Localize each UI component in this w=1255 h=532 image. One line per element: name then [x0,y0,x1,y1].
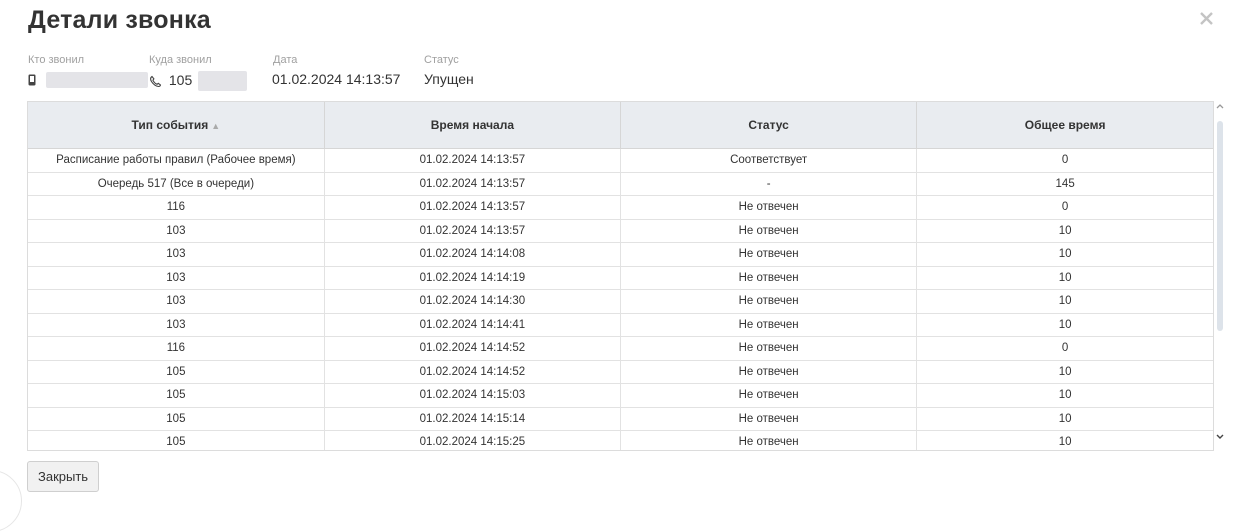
table-cell: 01.02.2024 14:15:03 [324,383,622,408]
table-row[interactable]: Расписание работы правил (Рабочее время)… [28,148,1213,173]
callee-label: Куда звонил [149,54,212,66]
caller-field: Кто звонил [28,54,148,89]
table-cell: 103 [28,313,325,337]
caller-label: Кто звонил [28,54,85,66]
table-cell: 105 [28,360,325,384]
column-header-status[interactable]: Статус [620,102,918,149]
table-cell: Не отвечен [620,383,918,408]
scroll-up-icon[interactable] [1213,101,1227,115]
table-cell: 01.02.2024 14:15:14 [324,407,622,431]
table-cell: 01.02.2024 14:13:57 [324,148,622,173]
table-cell: Не отвечен [620,242,918,267]
date-label: Дата [273,54,298,66]
table-cell: Не отвечен [620,195,918,220]
decorative-arc [0,470,22,532]
table-cell: Не отвечен [620,336,918,361]
table-cell: 10 [916,313,1213,337]
table-cell: 0 [916,336,1213,361]
table-cell: Очередь 517 (Все в очереди) [28,172,325,196]
table-cell: Расписание работы правил (Рабочее время) [28,148,325,173]
table-row[interactable]: 105 01.02.2024 14:15:25 Не отвечен 10 [28,430,1213,450]
table-cell: 10 [916,242,1213,267]
table-row[interactable]: 116 01.02.2024 14:13:57 Не отвечен 0 [28,195,1213,220]
callee-field: Куда звонил 105 [149,54,248,91]
table-row[interactable]: Очередь 517 (Все в очереди) 01.02.2024 14… [28,172,1213,196]
caller-value [28,71,148,89]
table-cell: 01.02.2024 14:14:19 [324,266,622,290]
close-button[interactable]: Закрыть [27,461,100,492]
table-cell: 01.02.2024 14:14:30 [324,289,622,314]
status-value: Упущен [424,71,474,87]
table-cell: 103 [28,266,325,290]
table-cell: 01.02.2024 14:14:41 [324,313,622,337]
phone-handset-icon [149,72,166,88]
date-field: Дата 01.02.2024 14:13:57 [272,54,400,87]
table-cell: 116 [28,336,325,361]
table-cell: Не отвечен [620,219,918,243]
events-table: Тип события ▲ Время начала Статус Общее в… [28,102,1213,450]
phone-device-icon [28,71,40,87]
table-cell: 01.02.2024 14:14:52 [324,336,622,361]
caller-number-redacted [45,72,148,89]
sort-asc-icon: ▲ [211,121,221,131]
column-header-event-type[interactable]: Тип события ▲ [28,102,325,149]
table-cell: Не отвечен [620,407,918,431]
table-cell: Не отвечен [620,360,918,384]
table-cell: 103 [28,242,325,267]
callee-number: 105 [168,71,193,88]
scrollbar-thumb[interactable] [1217,121,1223,331]
table-row[interactable]: 105 01.02.2024 14:14:52 Не отвечен 10 [28,360,1213,384]
date-value: 01.02.2024 14:13:57 [272,71,401,87]
table-cell: 01.02.2024 14:13:57 [324,219,622,243]
table-cell: 10 [916,383,1213,408]
table-row[interactable]: 116 01.02.2024 14:14:52 Не отвечен 0 [28,336,1213,361]
table-cell: 01.02.2024 14:14:52 [324,360,622,384]
table-cell: 116 [28,195,325,220]
table-cell: Соответствует [620,148,918,173]
table-cell: - [620,172,918,196]
table-cell: Не отвечен [620,289,918,314]
table-scrollbar[interactable] [1213,101,1227,449]
table-row[interactable]: 103 01.02.2024 14:13:57 Не отвечен 10 [28,219,1213,243]
column-header-total-time[interactable]: Общее время [916,102,1213,149]
table-header-row: Тип события ▲ Время начала Статус Общее в… [28,102,1213,149]
callee-name-redacted [198,71,248,91]
table-cell: 145 [916,172,1213,196]
table-cell: 103 [28,289,325,314]
table-row[interactable]: 103 01.02.2024 14:14:19 Не отвечен 10 [28,266,1213,290]
table-cell: 10 [916,407,1213,431]
table-cell: 0 [916,195,1213,220]
column-header-start-time[interactable]: Время начала [324,102,622,149]
table-cell: 01.02.2024 14:13:57 [324,195,622,220]
table-cell: 105 [28,407,325,431]
status-label: Статус [424,54,459,66]
table-row[interactable]: 105 01.02.2024 14:15:03 Не отвечен 10 [28,383,1213,408]
callee-value: 105 [149,71,248,91]
table-cell: 10 [916,430,1213,450]
status-field: Статус Упущен [424,54,474,87]
table-row[interactable]: 103 01.02.2024 14:14:41 Не отвечен 10 [28,313,1213,337]
dialog-title: Детали звонка [28,6,211,34]
table-cell: 0 [916,148,1213,173]
close-icon[interactable] [1196,8,1218,30]
table-row[interactable]: 103 01.02.2024 14:14:08 Не отвечен 10 [28,242,1213,267]
table-cell: 10 [916,289,1213,314]
table-cell: 10 [916,360,1213,384]
table-cell: 105 [28,383,325,408]
events-table-container: Тип события ▲ Время начала Статус Общее в… [27,101,1214,451]
table-cell: 01.02.2024 14:14:08 [324,242,622,267]
table-cell: 10 [916,219,1213,243]
table-cell: Не отвечен [620,313,918,337]
table-cell: Не отвечен [620,430,918,450]
table-cell: 01.02.2024 14:15:25 [324,430,622,450]
table-cell: 105 [28,430,325,450]
table-cell: 01.02.2024 14:13:57 [324,172,622,196]
scroll-down-icon[interactable] [1213,432,1227,446]
table-cell: Не отвечен [620,266,918,290]
table-cell: 10 [916,266,1213,290]
table-cell: 103 [28,219,325,243]
table-row[interactable]: 105 01.02.2024 14:15:14 Не отвечен 10 [28,407,1213,431]
table-row[interactable]: 103 01.02.2024 14:14:30 Не отвечен 10 [28,289,1213,314]
